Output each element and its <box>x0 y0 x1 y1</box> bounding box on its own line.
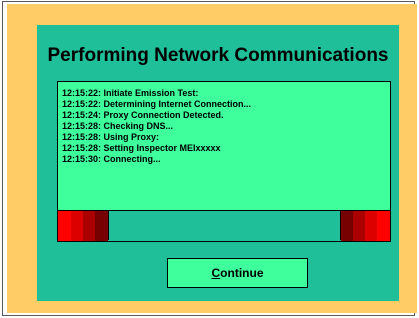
log-line: 12:15:22: Initiate Emission Test: <box>62 88 199 98</box>
progress-track-middle <box>108 211 341 240</box>
log-line: 12:15:28: Checking DNS... <box>62 121 174 131</box>
progress-stripe-left-1 <box>58 211 71 241</box>
dialog-window: Performing Network Communications 12:15:… <box>2 1 417 316</box>
log-line: 12:15:28: Using Proxy: <box>62 132 160 142</box>
continue-label: ontinue <box>220 266 264 280</box>
dialog-title: Performing Network Communications <box>47 45 389 66</box>
log-output: 12:15:22: Initiate Emission Test: 12:15:… <box>57 81 391 211</box>
progress-stripe-left-4 <box>95 211 108 241</box>
log-line: 12:15:30: Connecting... <box>62 154 161 164</box>
continue-button[interactable]: Continue <box>167 258 308 288</box>
inner-panel: Performing Network Communications 12:15:… <box>37 25 399 301</box>
log-line: 12:15:22: Determining Internet Connectio… <box>62 99 252 109</box>
progress-stripe-left-3 <box>83 211 95 241</box>
progress-stripe-right-4 <box>377 211 390 241</box>
progress-stripe-right-3 <box>365 211 377 241</box>
continue-accel-char: C <box>211 266 221 280</box>
progress-stripe-left-2 <box>71 211 83 241</box>
progress-stripe-right-1 <box>341 211 353 241</box>
log-line: 12:15:24: Proxy Connection Detected. <box>62 110 224 120</box>
log-line: 12:15:28: Setting Inspector MEIxxxxx <box>62 143 221 153</box>
activity-progress-bar <box>57 211 391 242</box>
progress-stripe-right-2 <box>353 211 365 241</box>
outer-panel: Performing Network Communications 12:15:… <box>7 4 417 313</box>
